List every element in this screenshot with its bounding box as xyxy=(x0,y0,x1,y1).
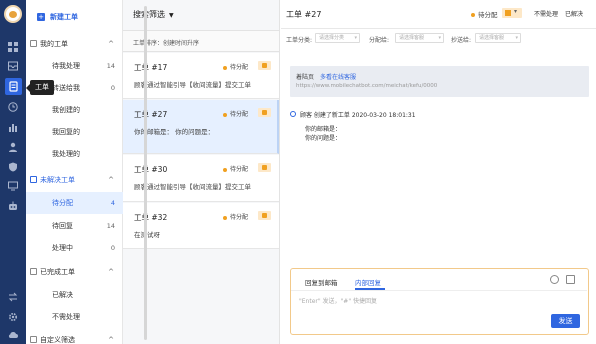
chevron-up-icon[interactable]: ^ xyxy=(108,329,114,344)
emoji-icon[interactable] xyxy=(550,275,559,284)
shield-icon[interactable] xyxy=(8,162,18,172)
ticket-nav: + 新建工单 我的工单 ^ 待我处理 14 转送给我 0 我创建的 我回复的 我处理… xyxy=(26,0,147,344)
gear-icon[interactable] xyxy=(8,312,18,322)
tab-internal-reply[interactable]: 内部回复 xyxy=(355,277,381,287)
group-my-tickets[interactable]: 我的工单 ^ xyxy=(26,33,123,55)
folder-icon xyxy=(30,268,37,275)
chevron-up-icon[interactable]: ^ xyxy=(108,169,114,191)
cloud-icon[interactable] xyxy=(8,330,18,340)
filter-dropdown[interactable]: 搜索筛选 ▼ xyxy=(133,9,174,20)
nav-item-awaiting-reply[interactable]: 待回复 14 xyxy=(26,215,123,237)
priority-icon xyxy=(258,163,271,172)
detail-header: 工单 #27 待分配 不需处理 已解决 xyxy=(281,0,596,29)
bot-icon[interactable] xyxy=(8,201,18,211)
clock-icon[interactable] xyxy=(8,102,18,112)
transfer-icon[interactable] xyxy=(8,292,18,302)
banner-url[interactable]: https://www.mobilechatbot.com/meichat/ke… xyxy=(296,83,437,89)
status-badge: 待分配 xyxy=(223,164,248,173)
caret-down-icon: ▼ xyxy=(169,12,174,19)
nav-scrollbar[interactable] xyxy=(144,6,147,340)
nav-item-resolved[interactable]: 已解决 xyxy=(26,284,123,306)
ticket-fields: 工单分类: 请选择分类 分配给: 请选择客服 抄送给: 请选择客服 xyxy=(281,29,596,49)
assignee-select[interactable]: 请选择客服 xyxy=(395,33,444,43)
cc-select[interactable]: 请选择客服 xyxy=(475,33,521,43)
detail-title: 工单 #27 xyxy=(286,10,322,19)
send-button[interactable]: 发送 xyxy=(551,314,580,328)
group-custom-filter[interactable]: 自定义筛选 ^ xyxy=(26,329,123,344)
stats-icon[interactable] xyxy=(8,122,18,132)
tab-reply-email[interactable]: 回复到邮箱 xyxy=(305,277,338,287)
nav-item-no-action[interactable]: 不需处理 xyxy=(26,306,123,328)
priority-dropdown[interactable] xyxy=(502,8,522,18)
reply-composer: 回复到邮箱 内部回复 "Enter" 发送，"#" 快捷回复 发送 xyxy=(290,268,589,335)
app-logo[interactable] xyxy=(4,5,22,23)
category-select[interactable]: 请选择分类 xyxy=(315,33,360,43)
priority-icon xyxy=(258,211,271,220)
plus-icon: + xyxy=(37,13,45,21)
nav-item-pending-me[interactable]: 待我处理 14 xyxy=(26,55,123,77)
nav-item-in-progress[interactable]: 处理中 0 xyxy=(26,237,123,259)
icon-rail xyxy=(0,0,26,344)
resolve-button[interactable]: 已解决 xyxy=(565,9,583,18)
banner-link[interactable]: 多看在线客服 xyxy=(320,74,356,81)
status-badge: 待分配 xyxy=(223,109,248,118)
grid-icon[interactable] xyxy=(8,42,18,52)
reply-input[interactable]: "Enter" 发送，"#" 快捷回复 xyxy=(299,296,377,305)
chevron-up-icon[interactable]: ^ xyxy=(108,33,114,55)
user-icon[interactable] xyxy=(8,142,18,152)
nav-item-unassigned[interactable]: 待分配 4 xyxy=(26,192,123,214)
landing-page-banner: 着陆页 多看在线客服 https://www.mobilechatbot.com/… xyxy=(290,66,589,97)
status-badge: 待分配 xyxy=(223,62,248,71)
folder-icon xyxy=(30,336,37,343)
nav-item-handled[interactable]: 我处理的 xyxy=(26,143,123,165)
new-ticket-button[interactable]: + 新建工单 xyxy=(26,6,123,28)
priority-icon xyxy=(258,61,271,70)
group-completed[interactable]: 已完成工单 ^ xyxy=(26,261,123,283)
timeline-dot-icon xyxy=(290,111,296,117)
nav-item-replied[interactable]: 我回复的 xyxy=(26,121,123,143)
status-badge: 待分配 xyxy=(471,9,498,19)
tooltip: 工单 xyxy=(26,80,54,95)
inbox-icon[interactable] xyxy=(8,61,18,71)
group-unresolved[interactable]: 未解决工单 ^ xyxy=(26,169,123,191)
priority-icon xyxy=(258,108,271,117)
image-icon[interactable] xyxy=(566,275,575,284)
chevron-up-icon[interactable]: ^ xyxy=(108,261,114,283)
folder-icon xyxy=(30,176,37,183)
status-badge: 待分配 xyxy=(223,212,248,221)
folder-icon xyxy=(30,40,37,47)
monitor-icon[interactable] xyxy=(8,181,18,191)
ticket-icon[interactable] xyxy=(5,78,22,95)
nav-item-created[interactable]: 我创建的 xyxy=(26,99,123,121)
no-action-button[interactable]: 不需处理 xyxy=(534,9,558,18)
